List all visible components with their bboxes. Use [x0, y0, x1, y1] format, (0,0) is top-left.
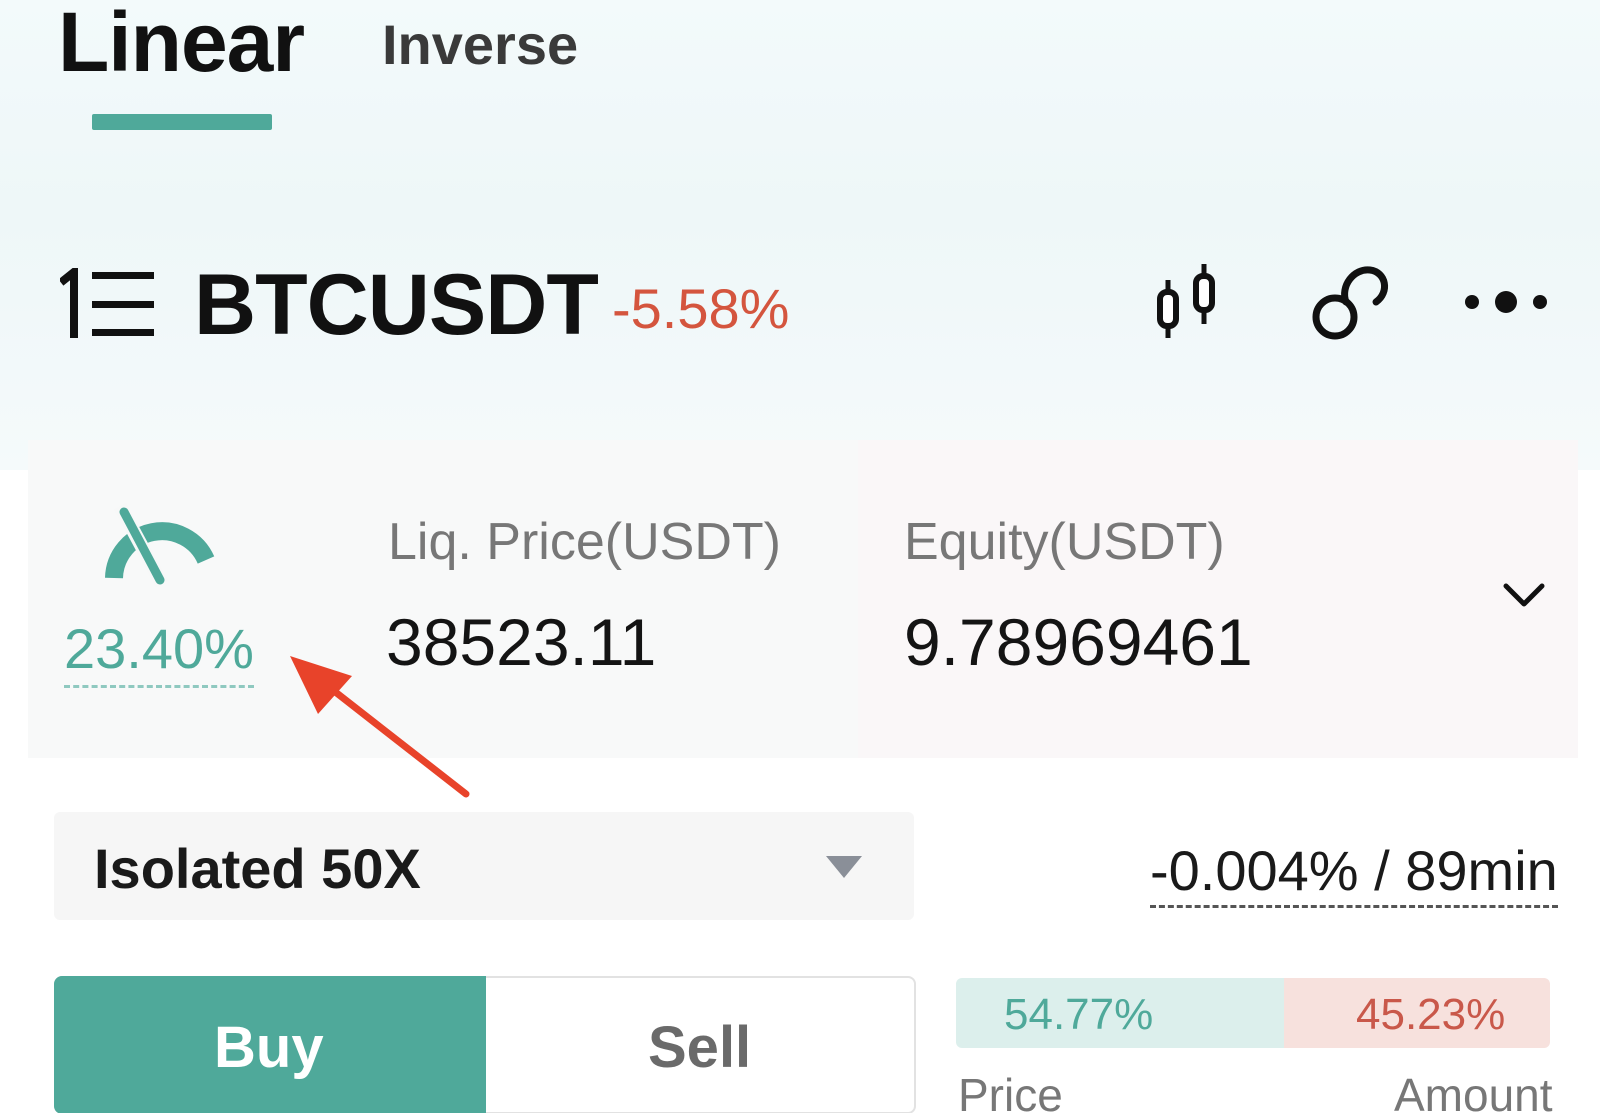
equity-value: 9.78969461: [904, 605, 1253, 679]
margin-ratio[interactable]: 23.40%: [64, 616, 254, 688]
price-change: -5.58%: [612, 277, 790, 340]
caret-down-icon: [826, 856, 862, 878]
chevron-down-icon[interactable]: [1500, 578, 1548, 610]
buy-ratio: 54.77%: [1004, 990, 1154, 1039]
price-column-header: Price: [958, 1069, 1063, 1113]
sell-button[interactable]: Sell: [648, 1014, 751, 1081]
active-tab-indicator: [92, 114, 272, 130]
margin-gauge-icon: [105, 502, 215, 588]
link-icon[interactable]: [1310, 262, 1390, 342]
sell-ratio: 45.23%: [1356, 990, 1506, 1039]
buy-label: Buy: [214, 1015, 324, 1080]
menu-icon[interactable]: [60, 268, 160, 338]
liq-price-label: Liq. Price(USDT): [388, 513, 781, 571]
annotation-arrow-icon: [290, 656, 470, 798]
funding-rate[interactable]: -0.004% / 89min: [1150, 838, 1558, 908]
position-info-panel: [28, 440, 1578, 758]
symbol-name[interactable]: BTCUSDT: [194, 256, 599, 355]
tab-linear[interactable]: Linear: [58, 0, 305, 91]
amount-column-header: Amount: [1394, 1069, 1553, 1113]
tab-inverse[interactable]: Inverse: [382, 12, 578, 77]
candlestick-chart-icon[interactable]: [1148, 262, 1228, 342]
margin-mode-label: Isolated 50X: [94, 837, 421, 900]
more-icon[interactable]: [1460, 280, 1552, 324]
equity-label: Equity(USDT): [904, 513, 1225, 571]
